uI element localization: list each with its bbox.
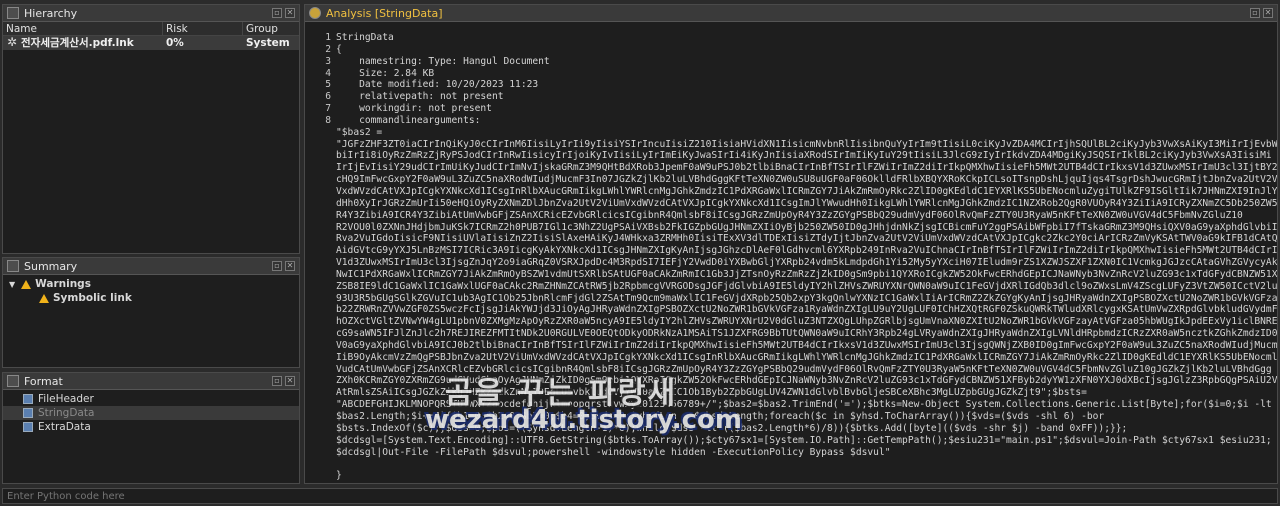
format-title: Format bbox=[24, 374, 63, 388]
python-console[interactable] bbox=[2, 488, 1278, 504]
gear-icon: ✲ bbox=[7, 36, 18, 49]
code-line: dHh0XyIrJGRzZmUrIi50eHQiOyRyZXNmZDlJbnZv… bbox=[336, 197, 1277, 209]
close-icon[interactable]: ✕ bbox=[1263, 8, 1273, 18]
code-line: IiB9OyAkcmVzZmQgPSBJbnZva2UtV2ViUmVxdWVz… bbox=[336, 351, 1277, 363]
warnings-node[interactable]: ▼ Warnings bbox=[3, 277, 299, 291]
col-group[interactable]: Group bbox=[243, 22, 299, 35]
code-line: { bbox=[336, 43, 342, 55]
col-risk[interactable]: Risk bbox=[163, 22, 243, 35]
close-icon[interactable]: ✕ bbox=[285, 376, 295, 386]
chevron-down-icon[interactable]: ▼ bbox=[9, 280, 15, 289]
hierarchy-header: Name Risk Group bbox=[3, 22, 299, 36]
code-line: "JGFzZHF3ZT0iaCIrInQiKyJ0cCIrInM6IisiLyI… bbox=[336, 138, 1277, 150]
code-line: hOZXctVGltZVNwYW4gLU1pbnV0ZXMgMzApOyRzZX… bbox=[336, 316, 1277, 328]
format-item-label: ExtraData bbox=[38, 421, 91, 433]
code-line: b22ZRWRnZVVwZGF0ZS5wczFcIjsgJiAkYWJjd3Ji… bbox=[336, 304, 1277, 316]
table-row[interactable]: ✲ 전자세금계산서.pdf.lnk 0% System bbox=[3, 36, 299, 50]
summary-icon bbox=[7, 260, 19, 272]
format-item-label: FileHeader bbox=[38, 393, 94, 405]
code-line: V0aG9yaXphdGlvbiA9ICJ0b2tlbiBnaCIrInBfTS… bbox=[336, 339, 1277, 351]
col-name[interactable]: Name bbox=[3, 22, 163, 35]
code-line: IrIjEvIisiY29udCIrImUiKyJudCIrImNvIjskaG… bbox=[336, 162, 1277, 174]
summary-title: Summary bbox=[24, 259, 78, 273]
warning-icon bbox=[21, 279, 32, 289]
summary-titlebar[interactable]: Summary ▫ ✕ bbox=[3, 258, 299, 275]
format-item-stringdata[interactable]: StringData bbox=[3, 406, 299, 420]
code-line: R2VOU0l0ZXNnJHdjbmJuKSk7ICRmZ2h0PUB7IGl1… bbox=[336, 221, 1277, 233]
code-line: commandlinearguments: bbox=[336, 114, 481, 126]
code-line: namestring: Type: Hangul Document bbox=[336, 55, 550, 67]
close-icon[interactable]: ✕ bbox=[285, 261, 295, 271]
code-line: NwIC1PdXRGaWxlICRmZGY7JiAkZmRmOyBSZW1vdm… bbox=[336, 268, 1277, 280]
row-group: System bbox=[246, 37, 290, 49]
code-line: 93U3R5bGUgSGlkZGVuIC1ub3AgIC1Ob25JbnRlcm… bbox=[336, 292, 1277, 304]
line-numbers: 1 2 3 4 5 6 7 8 9 bbox=[325, 32, 331, 126]
code-line: biIrIi8iOyRzZmRzZjRyPSJodCIrInRwIisicyIr… bbox=[336, 150, 1272, 162]
warning-item[interactable]: Symbolic link bbox=[3, 291, 299, 305]
code-line: Size: 2.84 KB bbox=[336, 67, 435, 79]
format-titlebar[interactable]: Format ▫ ✕ bbox=[3, 373, 299, 390]
hierarchy-titlebar[interactable]: Hierarchy ▫ ✕ bbox=[3, 5, 299, 22]
format-icon bbox=[7, 375, 19, 387]
table-icon bbox=[23, 394, 33, 404]
row-name: 전자세금계산서.pdf.lnk bbox=[21, 37, 134, 49]
code-line: "$bas2 = bbox=[336, 126, 383, 138]
code-line: StringData bbox=[336, 32, 394, 43]
format-panel: Format ▫ ✕ FileHeader StringData ExtraDat… bbox=[2, 372, 300, 484]
summary-panel: Summary ▫ ✕ ▼ Warnings Symbolic link bbox=[2, 257, 300, 368]
code-line: Date modified: 10/20/2023 11:23 bbox=[336, 79, 539, 91]
watermark-url: wezard4u.tistory.com bbox=[425, 405, 742, 435]
hierarchy-panel: Hierarchy ▫ ✕ Name Risk Group ✲ 전자세금계산서.p… bbox=[2, 4, 300, 254]
code-line: Rva2VuIGdoIisicF9NIisiUVlaIisiZnZ2IisiSl… bbox=[336, 233, 1277, 245]
warnings-label: Warnings bbox=[35, 278, 91, 290]
float-icon[interactable]: ▫ bbox=[1250, 8, 1260, 18]
row-risk: 0% bbox=[166, 37, 184, 49]
warning-item-label: Symbolic link bbox=[53, 292, 132, 304]
code-line: AidGVtcG9yYXJ5LnBzMSI7ICRic3A9IicgKyAkYX… bbox=[336, 245, 1277, 257]
code-line: } bbox=[336, 470, 342, 482]
table-icon bbox=[23, 422, 33, 432]
analysis-icon bbox=[309, 7, 321, 19]
code-line: V1d3ZUwxMSIrImU3cl3IjsgZnJqY2o9iaGRqZ0VS… bbox=[336, 257, 1277, 269]
python-input[interactable] bbox=[7, 490, 1277, 502]
code-line: $dcdsgl=[System.Text.Encoding]::UTF8.Get… bbox=[336, 434, 1272, 446]
analysis-title: Analysis [StringData] bbox=[326, 6, 443, 20]
format-item-fileheader[interactable]: FileHeader bbox=[3, 392, 299, 406]
code-line: cG9saWN5IFJlZnJlc2h7REJIREZFMTItNDk2U0RG… bbox=[336, 328, 1277, 340]
format-item-label: StringData bbox=[38, 407, 95, 419]
float-icon[interactable]: ▫ bbox=[272, 261, 282, 271]
format-item-extradata[interactable]: ExtraData bbox=[3, 420, 299, 434]
code-line: relativepath: not present bbox=[336, 91, 504, 103]
code-line: workingdir: not present bbox=[336, 103, 492, 115]
analysis-titlebar[interactable]: Analysis [StringData] ▫ ✕ bbox=[305, 5, 1277, 22]
warning-icon bbox=[39, 293, 49, 303]
float-icon[interactable]: ▫ bbox=[272, 8, 282, 18]
code-line: R4Y3ZibiA9ICR4Y3ZibiAtUmVwbGFjZSAnXCRicE… bbox=[336, 209, 1243, 221]
float-icon[interactable]: ▫ bbox=[272, 376, 282, 386]
table-icon bbox=[23, 408, 33, 418]
hierarchy-title: Hierarchy bbox=[24, 6, 78, 20]
code-line: cHQ9ImFwcGxpY2F0aW9uL3ZuZC5naXRodWIudjMu… bbox=[336, 174, 1277, 186]
hierarchy-icon bbox=[7, 7, 19, 19]
close-icon[interactable]: ✕ bbox=[285, 8, 295, 18]
code-line: $dcdsgl|Out-File -FilePath $dsvul;powers… bbox=[336, 446, 891, 458]
code-line: VxdWVzdCAtVXJpICgkYXNkcXd1ICsgInRlbXAucG… bbox=[336, 185, 1277, 197]
code-line: ZSB8IE9ldC1GaWxlIC1GaWxlUGF0aCAkc2RmZHNm… bbox=[336, 280, 1277, 292]
